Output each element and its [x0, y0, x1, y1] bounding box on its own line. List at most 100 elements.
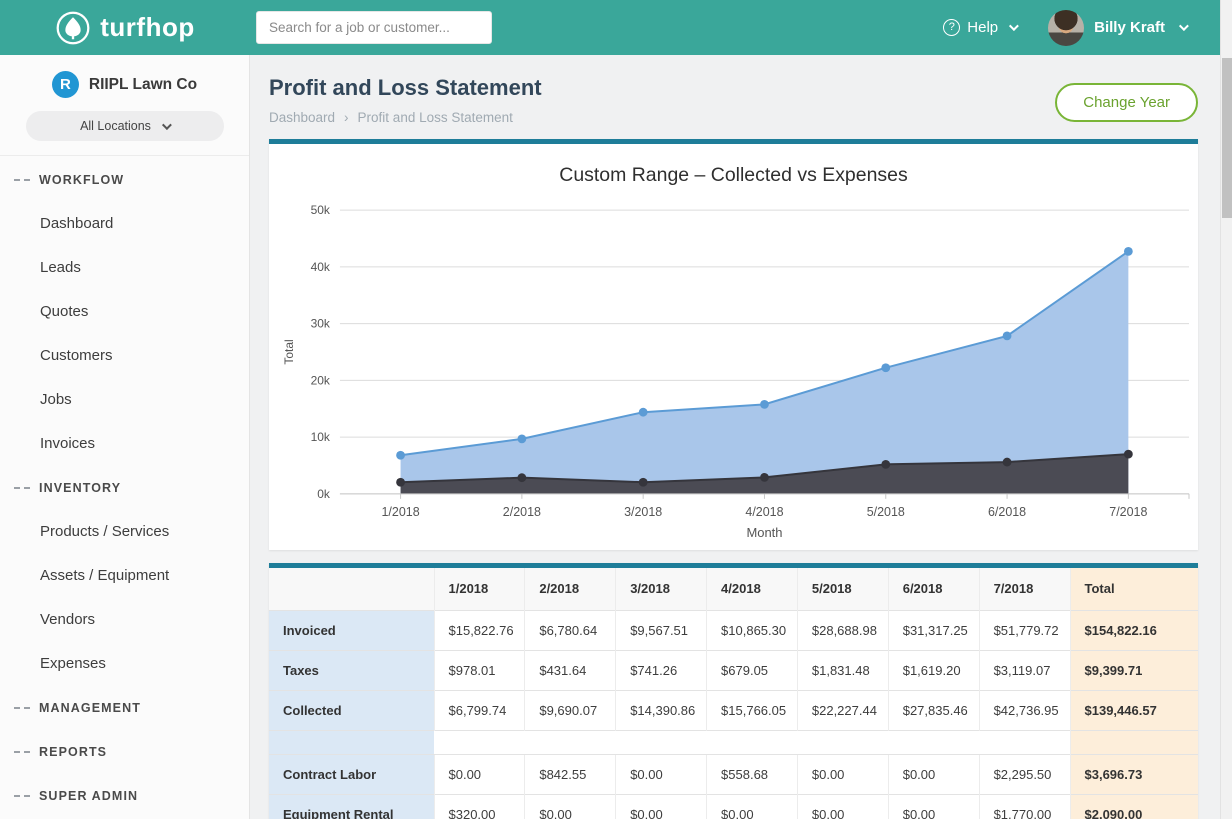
cell-value: $10,865.30 [707, 610, 798, 650]
pl-table: 1/20182/20183/20184/20185/20186/20187/20… [269, 568, 1198, 819]
sidebar-item-invoices[interactable]: Invoices [0, 422, 249, 466]
cell-value: $14,390.86 [616, 690, 707, 730]
section-dash-icon [14, 487, 30, 489]
cell-value: $1,831.48 [797, 650, 888, 690]
sidebar-section-management[interactable]: MANAGEMENT [0, 686, 249, 730]
section-label: REPORTS [39, 745, 107, 759]
cell-value: $27,835.46 [888, 690, 979, 730]
turfhop-logo-icon [55, 10, 91, 46]
cell-value: $0.00 [797, 754, 888, 794]
sidebar-item-quotes[interactable]: Quotes [0, 290, 249, 334]
row-total: $3,696.73 [1070, 754, 1198, 794]
change-year-button[interactable]: Change Year [1055, 83, 1198, 122]
section-label: INVENTORY [39, 481, 121, 495]
cell-value: $1,770.00 [979, 794, 1070, 819]
svg-text:6/2018: 6/2018 [988, 505, 1026, 519]
svg-text:30k: 30k [311, 317, 330, 331]
column-header-5-2018: 5/2018 [797, 568, 888, 610]
chevron-down-icon [1179, 21, 1189, 31]
cell-value: $3,119.07 [979, 650, 1070, 690]
table-row-collected: Collected$6,799.74$9,690.07$14,390.86$15… [269, 690, 1198, 730]
table-row-invoiced: Invoiced$15,822.76$6,780.64$9,567.51$10,… [269, 610, 1198, 650]
locations-dropdown[interactable]: All Locations [26, 111, 224, 141]
column-header-7-2018: 7/2018 [979, 568, 1070, 610]
sidebar-item-assets-equipment[interactable]: Assets / Equipment [0, 554, 249, 598]
table-row-contract-labor: Contract Labor$0.00$842.55$0.00$558.68$0… [269, 754, 1198, 794]
user-avatar [1048, 10, 1084, 46]
cell-value: $0.00 [616, 754, 707, 794]
sidebar-item-customers[interactable]: Customers [0, 334, 249, 378]
cell-value: $0.00 [525, 794, 616, 819]
company-logo: R [52, 71, 79, 98]
vertical-scrollbar[interactable] [1220, 0, 1232, 819]
table-card: 1/20182/20183/20184/20185/20186/20187/20… [269, 563, 1198, 819]
user-name: Billy Kraft [1094, 19, 1165, 36]
locations-label: All Locations [80, 119, 151, 133]
svg-text:40k: 40k [311, 260, 330, 274]
sidebar-item-jobs[interactable]: Jobs [0, 378, 249, 422]
help-icon: ? [943, 19, 960, 36]
column-header-empty [269, 568, 434, 610]
section-dash-icon [14, 707, 30, 709]
section-label: SUPER ADMIN [39, 789, 138, 803]
cell-value: $9,567.51 [616, 610, 707, 650]
cell-value: $1,619.20 [888, 650, 979, 690]
cell-value: $978.01 [434, 650, 525, 690]
row-total: $9,399.71 [1070, 650, 1198, 690]
column-header-6-2018: 6/2018 [888, 568, 979, 610]
table-row-taxes: Taxes$978.01$431.64$741.26$679.05$1,831.… [269, 650, 1198, 690]
sidebar-item-products-services[interactable]: Products / Services [0, 510, 249, 554]
svg-text:4/2018: 4/2018 [745, 505, 783, 519]
sidebar: R RIIPL Lawn Co All Locations WORKFLOW Da… [0, 55, 250, 819]
column-header-3-2018: 3/2018 [616, 568, 707, 610]
brand[interactable]: turfhop [0, 10, 250, 46]
cell-value: $15,766.05 [707, 690, 798, 730]
sidebar-item-vendors[interactable]: Vendors [0, 598, 249, 642]
sidebar-section-super-admin[interactable]: SUPER ADMIN [0, 774, 249, 818]
section-dash-icon [14, 751, 30, 753]
cell-value: $558.68 [707, 754, 798, 794]
svg-text:10k: 10k [311, 430, 330, 444]
svg-text:1/2018: 1/2018 [382, 505, 420, 519]
table-row-equipment-rental: Equipment Rental$320.00$0.00$0.00$0.00$0… [269, 794, 1198, 819]
spacer-label-cell [269, 730, 434, 754]
cell-value: $0.00 [434, 754, 525, 794]
sidebar-section-inventory[interactable]: INVENTORY [0, 466, 249, 510]
svg-text:50k: 50k [311, 203, 330, 217]
page-header: Profit and Loss Statement Dashboard › Pr… [269, 55, 1198, 139]
help-menu[interactable]: ? Help [943, 19, 1016, 36]
sidebar-item-leads[interactable]: Leads [0, 246, 249, 290]
user-menu[interactable]: Billy Kraft [1048, 10, 1186, 46]
sidebar-section-workflow[interactable]: WORKFLOW [0, 158, 249, 202]
cell-value: $2,295.50 [979, 754, 1070, 794]
row-label: Contract Labor [269, 754, 434, 794]
scrollbar-thumb[interactable] [1222, 58, 1232, 218]
cell-value: $679.05 [707, 650, 798, 690]
column-header-total: Total [1070, 568, 1198, 610]
cell-value: $0.00 [888, 794, 979, 819]
cell-value: $15,822.76 [434, 610, 525, 650]
svg-text:7/2018: 7/2018 [1109, 505, 1147, 519]
sidebar-item-dashboard[interactable]: Dashboard [0, 202, 249, 246]
cell-value: $431.64 [525, 650, 616, 690]
sidebar-item-expenses[interactable]: Expenses [0, 642, 249, 686]
row-total: $154,822.16 [1070, 610, 1198, 650]
sidebar-section-reports[interactable]: REPORTS [0, 730, 249, 774]
topbar: turfhop ? Help Billy Kraft [0, 0, 1232, 55]
section-label: WORKFLOW [39, 173, 124, 187]
help-label: Help [967, 19, 998, 36]
cell-value: $6,780.64 [525, 610, 616, 650]
cell-value: $42,736.95 [979, 690, 1070, 730]
svg-text:2/2018: 2/2018 [503, 505, 541, 519]
row-total: $139,446.57 [1070, 690, 1198, 730]
cell-value: $0.00 [888, 754, 979, 794]
svg-text:5/2018: 5/2018 [867, 505, 905, 519]
company-selector[interactable]: R RIIPL Lawn Co [16, 71, 233, 98]
breadcrumb-dashboard[interactable]: Dashboard [269, 110, 335, 125]
row-label: Invoiced [269, 610, 434, 650]
svg-text:20k: 20k [311, 373, 330, 387]
cell-value: $22,227.44 [797, 690, 888, 730]
cell-value: $741.26 [616, 650, 707, 690]
search-input[interactable] [256, 11, 492, 44]
column-header-2-2018: 2/2018 [525, 568, 616, 610]
